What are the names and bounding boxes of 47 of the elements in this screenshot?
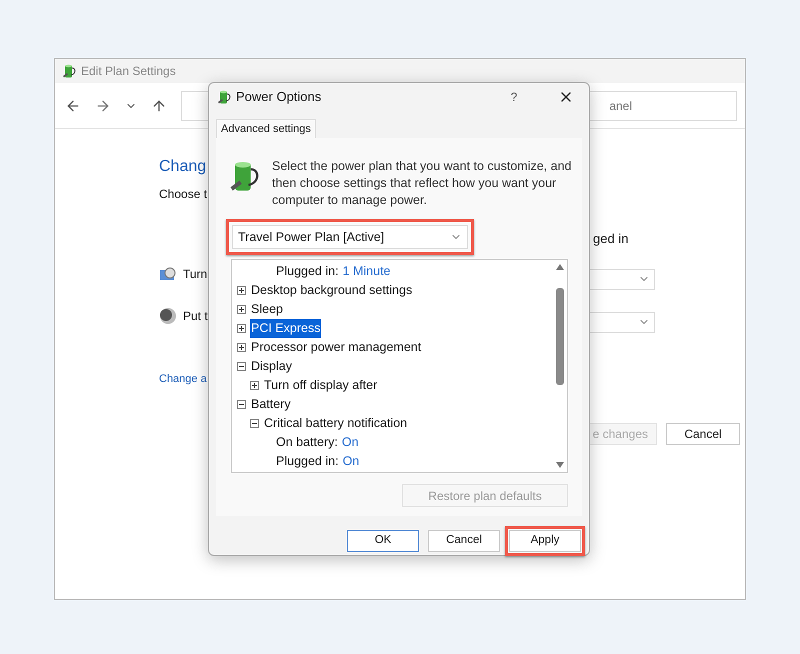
setting-value[interactable]: On (342, 433, 359, 452)
expand-icon[interactable] (237, 324, 246, 333)
back-icon[interactable] (65, 98, 81, 114)
tree-item[interactable]: Desktop background settings (250, 281, 414, 300)
dialog-button[interactable]: OK (347, 530, 419, 552)
tree-item[interactable]: Display (250, 357, 293, 376)
clock-monitor-icon (159, 266, 177, 282)
tree-item[interactable]: Processor power management (250, 338, 422, 357)
moon-icon (159, 307, 177, 325)
setting-label: On battery: (276, 434, 338, 452)
expand-icon[interactable] (250, 381, 259, 390)
page-subheading: Choose t (159, 186, 208, 203)
dialog-title: Power Options (236, 88, 322, 106)
power-plan-icon (216, 89, 232, 105)
advanced-settings-link[interactable]: Change a (159, 371, 209, 388)
collapse-icon[interactable] (237, 400, 246, 409)
setting-label: Plugged in: (276, 453, 339, 470)
cancel-button[interactable]: Cancel (666, 422, 740, 444)
tree-item[interactable]: PCI Express (250, 319, 322, 338)
dialog-button[interactable]: Apply (509, 530, 581, 552)
expand-icon[interactable] (237, 286, 246, 295)
setting-value[interactable]: 1 Minute (342, 262, 391, 281)
up-icon[interactable] (151, 98, 167, 114)
setting-value[interactable]: On (342, 452, 360, 471)
expand-icon[interactable] (237, 343, 246, 352)
dialog-button[interactable]: Cancel (428, 530, 500, 552)
setting-label: Put t (183, 308, 208, 325)
collapse-icon[interactable] (237, 362, 246, 371)
setting-label: Turn (183, 266, 208, 283)
tree-item[interactable]: Critical battery notification (263, 414, 408, 433)
tree-item[interactable]: Battery (250, 395, 292, 414)
description-text: Select the power plan that you want to customize, and then choose settings that reflect how you want your computer to manage power. (272, 158, 572, 209)
collapse-icon[interactable] (250, 419, 259, 428)
window-title: Edit Plan Settings (81, 63, 176, 80)
scroll-up-icon[interactable] (556, 264, 564, 270)
tree-item[interactable]: Turn off display after (263, 376, 378, 395)
tree-item[interactable]: Sleep (250, 300, 284, 319)
expand-icon[interactable] (237, 305, 246, 314)
scroll-down-icon[interactable] (556, 462, 564, 468)
column-header: ged in (593, 230, 630, 248)
forward-icon[interactable] (95, 98, 111, 114)
setting-label: Plugged in: (276, 263, 339, 280)
power-plan-icon (61, 63, 77, 79)
tab[interactable]: Advanced settings (216, 119, 316, 138)
page-heading: Chang (159, 157, 208, 177)
help-button[interactable]: ? (504, 88, 524, 106)
power-plan-dropdown[interactable]: Travel Power Plan [Active] (232, 225, 468, 249)
